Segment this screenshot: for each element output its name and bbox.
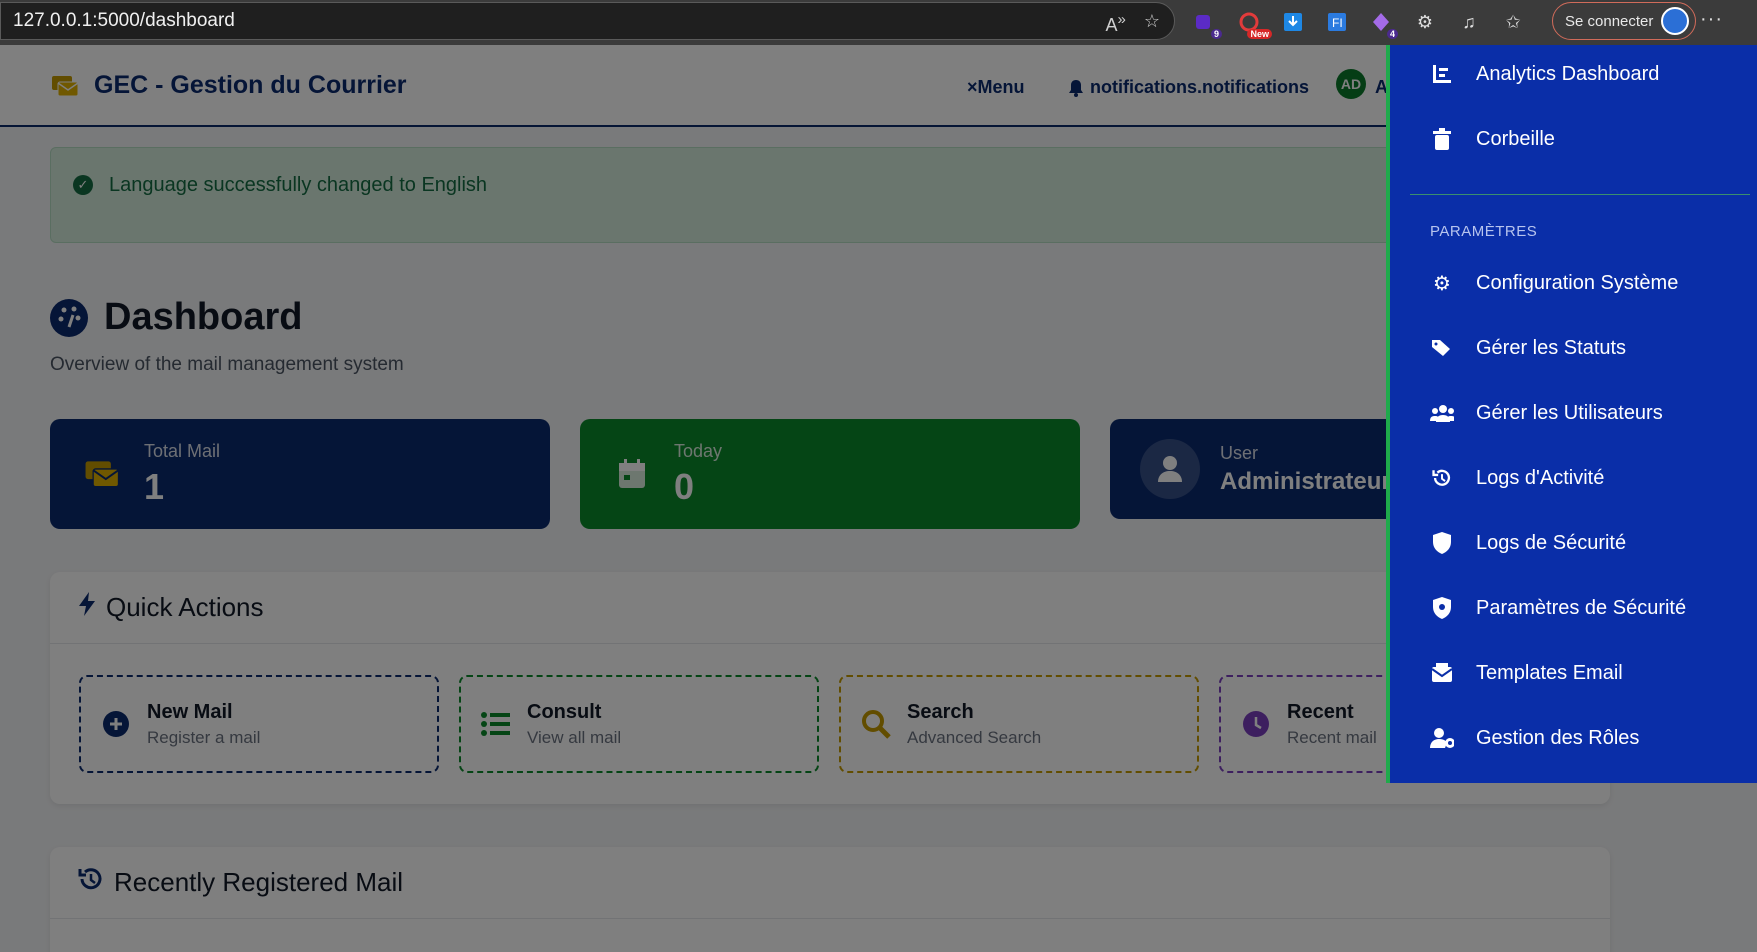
extensions-puzzle-icon[interactable]: ⚙: [1410, 7, 1440, 37]
extension-diamond-icon[interactable]: 4: [1366, 7, 1398, 39]
tags-icon: [1430, 336, 1454, 360]
signin-label: Se connecter: [1565, 12, 1654, 30]
envelope-icon: [1430, 661, 1454, 685]
menu-item-config[interactable]: ⚙ Configuration Système: [1430, 271, 1678, 295]
menu-item-templates-email[interactable]: Templates Email: [1430, 661, 1623, 685]
menu-item-logs-activite[interactable]: Logs d'Activité: [1430, 466, 1604, 490]
menu-item-roles[interactable]: Gestion des Rôles: [1430, 726, 1639, 750]
user-role-icon: [1430, 726, 1454, 750]
menu-item-label: Gérer les Statuts: [1476, 336, 1627, 359]
menu-item-statuts[interactable]: Gérer les Statuts: [1430, 336, 1626, 360]
menu-item-utilisateurs[interactable]: Gérer les Utilisateurs: [1430, 401, 1663, 425]
menu-item-label: Analytics Dashboard: [1476, 62, 1660, 85]
menu-item-corbeille[interactable]: Corbeille: [1430, 127, 1555, 151]
menu-item-label: Templates Email: [1476, 661, 1623, 684]
extension-headset-icon[interactable]: New: [1234, 7, 1272, 39]
gear-icon: ⚙: [1433, 272, 1451, 295]
address-bar-actions: A» ☆: [1106, 11, 1161, 36]
url-text[interactable]: 127.0.0.1:5000/dashboard: [13, 10, 235, 32]
chart-icon: [1430, 62, 1454, 86]
menu-item-analytics[interactable]: Analytics Dashboard: [1430, 62, 1659, 86]
extension-f-icon[interactable]: FI: [1322, 7, 1352, 37]
shield-icon: [1430, 531, 1454, 555]
extension-badge: 9: [1210, 29, 1222, 39]
menu-item-logs-securite[interactable]: Logs de Sécurité: [1430, 531, 1626, 555]
menu-item-parametres-securite[interactable]: Paramètres de Sécurité: [1430, 596, 1686, 620]
users-icon: [1430, 401, 1454, 425]
menu-item-label: Corbeille: [1476, 127, 1555, 150]
menu-item-label: Gérer les Utilisateurs: [1476, 401, 1663, 424]
menu-item-label: Logs de Sécurité: [1476, 531, 1627, 554]
extension-purple-icon[interactable]: 9: [1190, 7, 1222, 39]
address-bar[interactable]: 127.0.0.1:5000/dashboard A» ☆: [0, 2, 1175, 40]
read-aloud-icon[interactable]: A»: [1106, 11, 1126, 36]
menu-item-label: Paramètres de Sécurité: [1476, 596, 1687, 619]
side-menu: Analytics Dashboard Corbeille PARAMÈTRES…: [1386, 45, 1757, 783]
shield-cog-icon: [1430, 596, 1454, 620]
menu-section-settings: PARAMÈTRES: [1430, 223, 1538, 240]
profile-avatar-icon: [1661, 7, 1690, 35]
menu-item-label: Logs d'Activité: [1476, 466, 1605, 489]
signin-button[interactable]: Se connecter: [1552, 2, 1697, 40]
svg-text:FI: FI: [1332, 16, 1343, 30]
menu-item-label: Configuration Système: [1476, 271, 1679, 294]
trash-icon: [1430, 127, 1454, 151]
extensions-bar: 9 New FI 4 ⚙ ♫ ✩: [1190, 7, 1528, 39]
extension-badge-count: 4: [1386, 29, 1398, 39]
more-options-icon[interactable]: ···: [1700, 8, 1723, 31]
extension-new-badge: New: [1247, 29, 1272, 39]
browser-toolbar: 127.0.0.1:5000/dashboard A» ☆ 9 New FI 4…: [0, 0, 1757, 45]
menu-divider: [1410, 194, 1750, 195]
media-icon[interactable]: ♫: [1454, 7, 1484, 37]
menu-item-label: Gestion des Rôles: [1476, 726, 1640, 749]
favorite-star-icon[interactable]: ☆: [1144, 11, 1160, 36]
history-icon: [1430, 466, 1454, 490]
favorites-icon[interactable]: ✩: [1498, 7, 1528, 37]
download-icon[interactable]: [1278, 7, 1308, 37]
